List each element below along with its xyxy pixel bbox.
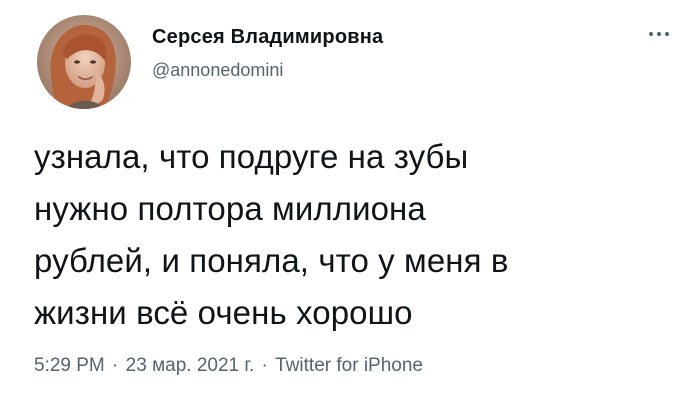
avatar[interactable] (37, 15, 131, 109)
meta-separator: · (261, 355, 268, 376)
tweet-text-line: рублей, и поняла, что у меня в (34, 242, 509, 279)
author-display-name[interactable]: Серсея Владимировна (152, 26, 383, 49)
tweet-time[interactable]: 5:29 PM (34, 355, 105, 376)
more-horizontal-icon (649, 32, 669, 36)
tweet-metadata: 5:29 PM · 23 мар. 2021 г. · Twitter for … (34, 355, 423, 377)
tweet-source[interactable]: Twitter for iPhone (275, 355, 423, 376)
tweet-date[interactable]: 23 мар. 2021 г. (126, 355, 255, 376)
tweet-text-line: жизни всё очень хорошо (34, 294, 413, 331)
author-handle[interactable]: @annonedomini (152, 60, 283, 81)
tweet-card: Серсея Владимировна @annonedomini узнала… (0, 0, 700, 413)
user-avatar-photo-icon (37, 15, 131, 109)
tweet-text-line: нужно полтора миллиона (34, 190, 426, 227)
tweet-text-line: узнала, что подруге на зубы (34, 138, 469, 175)
more-options-button[interactable] (644, 24, 674, 44)
meta-separator: · (112, 355, 119, 376)
tweet-text: узнала, что подруге на зубы нужно полтор… (34, 131, 674, 339)
